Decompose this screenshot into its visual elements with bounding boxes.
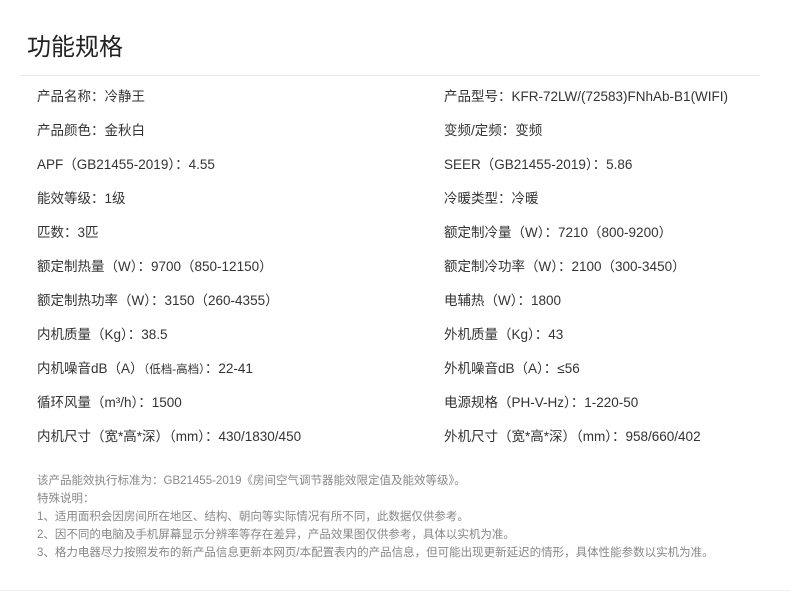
spec-value: 9700（850-12150） <box>151 259 273 274</box>
spec-label: 电辅热（W）： <box>444 293 531 308</box>
spec-label-tail: ： <box>204 361 219 376</box>
spec-label: 外机噪音dB（A）： <box>444 361 558 376</box>
spec-row: 产品颜色：金秋白 变频/定频：变频 <box>0 114 790 148</box>
spec-label: 额定制冷功率（W）： <box>444 259 572 274</box>
spec-indoor-unit-weight: 内机质量（Kg）：38.5 <box>37 318 168 352</box>
spec-value: 22-41 <box>218 361 253 376</box>
spec-row: 匹数：3匹 额定制冷量（W）：7210（800-9200） <box>0 216 790 250</box>
spec-label: 内机尺寸（宽*高*深）（mm）： <box>37 429 219 444</box>
spec-heating-cooling-type: 冷暖类型：冷暖 <box>444 182 539 216</box>
spec-value: 2100（300-3450） <box>571 259 686 274</box>
spec-label: 额定制冷量（W）： <box>444 225 558 240</box>
spec-value: 5.86 <box>606 157 633 172</box>
note-item: 3、格力电器尽力按照发布的新产品信息更新本网页/本配置表内的产品信息，但可能出现… <box>37 547 714 559</box>
spec-apf: APF（GB21455-2019）：4.55 <box>37 148 215 182</box>
spec-row: 内机尺寸（宽*高*深）（mm）：430/1830/450 外机尺寸（宽*高*深）… <box>0 420 790 454</box>
spec-label: 变频/定频： <box>444 123 516 138</box>
spec-label: 匹数： <box>37 225 78 240</box>
spec-label: 内机噪音dB（A） <box>37 361 144 376</box>
spec-seer: SEER（GB21455-2019）：5.86 <box>444 148 632 182</box>
special-notes-heading: 特殊说明： <box>37 493 95 505</box>
spec-value: 金秋白 <box>104 123 146 138</box>
bottom-divider <box>0 590 790 591</box>
spec-label: 外机尺寸（宽*高*深）（mm）： <box>444 429 626 444</box>
spec-value: 1800 <box>531 293 562 308</box>
spec-label: 冷暖类型： <box>444 191 512 206</box>
spec-value: ≤56 <box>557 361 580 376</box>
spec-row: 能效等级：1级 冷暖类型：冷暖 <box>0 182 790 216</box>
spec-row: 循环风量（m³/h）：1500 电源规格（PH-V-Hz）：1-220-50 <box>0 386 790 420</box>
spec-label: 电源规格（PH-V-Hz）： <box>444 395 585 410</box>
spec-row: APF（GB21455-2019）：4.55 SEER（GB21455-2019… <box>0 148 790 182</box>
spec-value: 冷暖 <box>511 191 539 206</box>
spec-value: 3匹 <box>77 225 99 240</box>
spec-air-circulation: 循环风量（m³/h）：1500 <box>37 386 182 420</box>
spec-label: 产品名称： <box>37 89 105 104</box>
spec-rated-cooling-capacity: 额定制冷量（W）：7210（800-9200） <box>444 216 672 250</box>
spec-value: 冷静王 <box>104 89 146 104</box>
spec-row: 额定制热量（W）：9700（850-12150） 额定制冷功率（W）：2100（… <box>0 250 790 284</box>
spec-row: 内机质量（Kg）：38.5 外机质量（Kg）：43 <box>0 318 790 352</box>
spec-table: 产品名称：冷静王 产品型号：KFR-72LW/(72583)FNhAb-B1(W… <box>0 80 790 454</box>
spec-outdoor-unit-dimensions: 外机尺寸（宽*高*深）（mm）：958/660/402 <box>444 420 701 454</box>
spec-electric-auxiliary-heating: 电辅热（W）：1800 <box>444 284 561 318</box>
spec-note: （低档-高档） <box>143 364 205 376</box>
spec-rated-heating-capacity: 额定制热量（W）：9700（850-12150） <box>37 250 273 284</box>
spec-frequency-type: 变频/定频：变频 <box>444 114 542 148</box>
spec-outdoor-unit-weight: 外机质量（Kg）：43 <box>444 318 563 352</box>
spec-value: 43 <box>548 327 564 342</box>
spec-label: 外机质量（Kg）： <box>444 327 549 342</box>
spec-value: 38.5 <box>141 327 168 342</box>
spec-row: 内机噪音dB（A）（低档-高档）：22-41 外机噪音dB（A）：≤56 <box>0 352 790 386</box>
spec-label: 额定制热功率（W）： <box>37 293 165 308</box>
spec-value: 1级 <box>104 191 126 206</box>
spec-value: 430/1830/450 <box>218 429 302 444</box>
energy-standard-note: 该产品能效执行标准为：GB21455-2019《房间空气调节器能效限定值及能效等… <box>37 475 466 487</box>
spec-row: 额定制热功率（W）：3150（260-4355） 电辅热（W）：1800 <box>0 284 790 318</box>
spec-horsepower: 匹数：3匹 <box>37 216 99 250</box>
title-divider <box>20 75 760 76</box>
spec-value: 7210（800-9200） <box>558 225 673 240</box>
spec-row: 产品名称：冷静王 产品型号：KFR-72LW/(72583)FNhAb-B1(W… <box>0 80 790 114</box>
spec-label: 内机质量（Kg）： <box>37 327 142 342</box>
spec-label: SEER（GB21455-2019）： <box>444 157 607 172</box>
spec-product-name: 产品名称：冷静王 <box>37 80 145 114</box>
spec-label: 产品型号： <box>444 89 512 104</box>
spec-value: 变频 <box>515 123 543 138</box>
spec-label: 产品颜色： <box>37 123 105 138</box>
spec-indoor-noise: 内机噪音dB（A）（低档-高档）：22-41 <box>37 352 253 386</box>
spec-label: 能效等级： <box>37 191 105 206</box>
page-title: 功能规格 <box>27 34 123 61</box>
spec-value: 4.55 <box>188 157 215 172</box>
note-item: 2、因不同的电脑及手机屏幕显示分辨率等存在差异，产品效果图仅供参考，具体以实机为… <box>37 529 515 541</box>
spec-rated-heating-power: 额定制热功率（W）：3150（260-4355） <box>37 284 279 318</box>
spec-label: APF（GB21455-2019）： <box>37 157 189 172</box>
spec-energy-grade: 能效等级：1级 <box>37 182 126 216</box>
spec-value: 958/660/402 <box>625 429 701 444</box>
spec-value: 1500 <box>151 395 182 410</box>
spec-value: 3150（260-4355） <box>164 293 279 308</box>
spec-product-model: 产品型号：KFR-72LW/(72583)FNhAb-B1(WIFI) <box>444 80 728 114</box>
notes-section: 该产品能效执行标准为：GB21455-2019《房间空气调节器能效限定值及能效等… <box>37 472 777 562</box>
spec-value: 1-220-50 <box>584 395 639 410</box>
spec-value: KFR-72LW/(72583)FNhAb-B1(WIFI) <box>511 89 729 104</box>
spec-product-color: 产品颜色：金秋白 <box>37 114 145 148</box>
spec-indoor-unit-dimensions: 内机尺寸（宽*高*深）（mm）：430/1830/450 <box>37 420 301 454</box>
spec-power-supply: 电源规格（PH-V-Hz）：1-220-50 <box>444 386 638 420</box>
spec-label: 额定制热量（W）： <box>37 259 151 274</box>
spec-outdoor-noise: 外机噪音dB（A）：≤56 <box>444 352 580 386</box>
spec-label: 循环风量（m³/h）： <box>37 395 152 410</box>
note-item: 1、适用面积会因房间所在地区、结构、朝向等实际情况有所不同，此数据仅供参考。 <box>37 511 469 523</box>
spec-rated-cooling-power: 额定制冷功率（W）：2100（300-3450） <box>444 250 686 284</box>
